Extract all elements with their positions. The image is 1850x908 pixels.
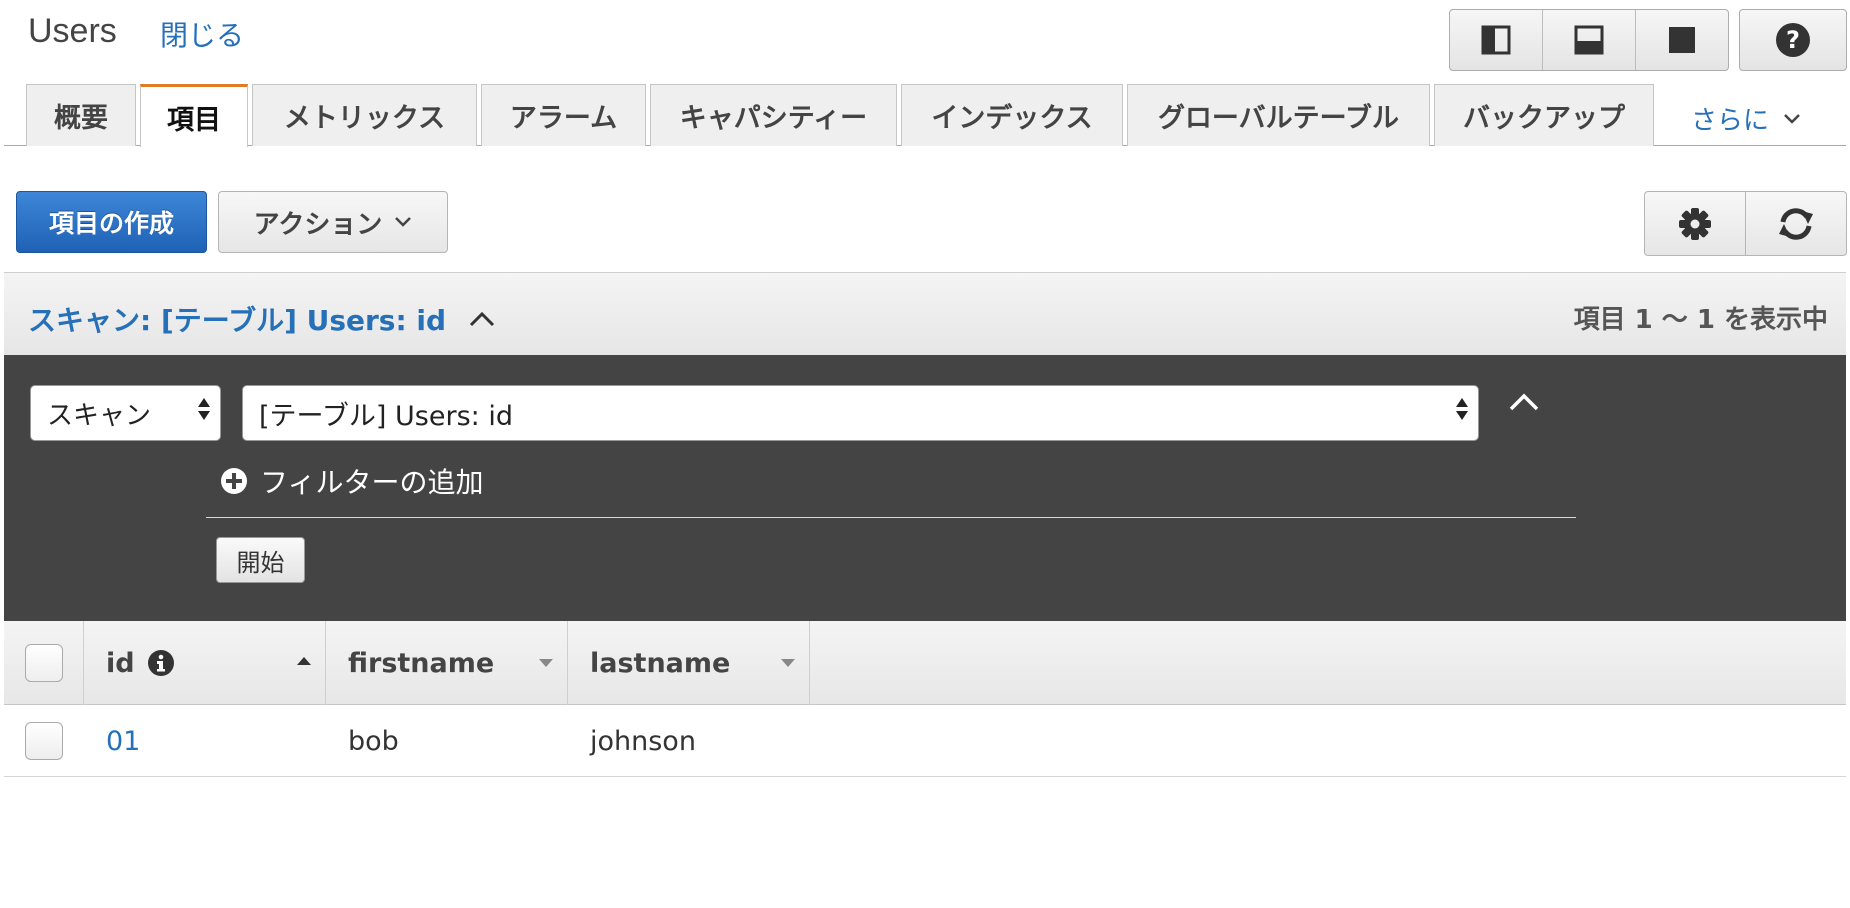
question-icon: ?: [1776, 23, 1810, 57]
scan-title: スキャン: [テーブル] Users: id: [28, 304, 447, 337]
select-arrows-icon: [198, 398, 210, 420]
sort-ascending-icon: [297, 657, 311, 665]
refresh-icon: [1779, 207, 1813, 240]
tab-backups[interactable]: バックアップ: [1434, 84, 1654, 146]
tab-indexes[interactable]: インデックス: [901, 84, 1123, 146]
tab-more-button[interactable]: さらに: [1691, 100, 1801, 137]
column-label-id: id: [106, 647, 135, 679]
tab-capacity[interactable]: キャパシティー: [650, 84, 897, 146]
select-all-cell: [4, 621, 84, 705]
chevron-down-icon: [395, 217, 412, 227]
row-checkbox[interactable]: [25, 722, 63, 760]
sort-icon: [539, 659, 553, 667]
actions-dropdown[interactable]: アクション: [218, 191, 448, 253]
scan-header: スキャン: [テーブル] Users: id 項目 1 〜 1 を表示中: [4, 272, 1846, 355]
view-toggle-group: [1449, 9, 1729, 71]
column-label-lastname: lastname: [590, 647, 731, 679]
sort-icon: [781, 659, 795, 667]
scan-mode-select[interactable]: スキャン: [30, 385, 221, 441]
tab-more-label: さらに: [1691, 106, 1770, 136]
collapse-query-button[interactable]: [1508, 391, 1540, 417]
item-count: 項目 1 〜 1 を表示中: [1573, 305, 1828, 335]
select-arrows-icon: [1456, 398, 1468, 420]
info-icon[interactable]: [147, 649, 175, 677]
split-horizontal-icon: [1574, 25, 1604, 55]
tab-bar: 概要 項目 メトリックス アラーム キャパシティー インデックス グローバルテー…: [4, 84, 1846, 147]
help-button[interactable]: ?: [1739, 9, 1847, 71]
tab-metrics[interactable]: メトリックス: [252, 84, 477, 146]
cell-firstname: bob: [348, 725, 399, 757]
chevron-up-icon: [1509, 393, 1539, 411]
divider: [206, 517, 1576, 518]
close-link[interactable]: 閉じる: [160, 14, 244, 54]
refresh-button[interactable]: [1746, 192, 1846, 255]
cell-lastname: johnson: [590, 725, 696, 757]
table-index-select[interactable]: [テーブル] Users: id: [242, 385, 1479, 441]
table-tool-group: [1644, 191, 1847, 256]
table-header: id firstname lastname: [4, 621, 1846, 705]
gear-icon: [1679, 207, 1711, 240]
split-vertical-icon: [1481, 25, 1511, 55]
scan-toggle[interactable]: スキャン: [テーブル] Users: id: [28, 299, 496, 339]
table-row[interactable]: 01 bob johnson: [4, 705, 1846, 777]
select-all-checkbox[interactable]: [24, 644, 63, 682]
page-title: Users: [28, 12, 117, 50]
row-select-cell: [4, 705, 84, 777]
full-icon: [1669, 27, 1695, 53]
add-filter-label: フィルターの追加: [260, 466, 484, 499]
split-vertical-view-button[interactable]: [1450, 10, 1543, 70]
column-header-id[interactable]: id: [84, 621, 326, 705]
column-label-firstname: firstname: [348, 647, 495, 679]
tab-alarms[interactable]: アラーム: [481, 84, 646, 146]
add-filter-button[interactable]: フィルターの追加: [220, 461, 483, 501]
tab-global-tables[interactable]: グローバルテーブル: [1127, 84, 1430, 146]
table-index-value: [テーブル] Users: id: [259, 400, 513, 432]
settings-button[interactable]: [1645, 192, 1746, 255]
plus-circle-icon: [221, 468, 247, 494]
start-button[interactable]: 開始: [216, 537, 305, 583]
actions-label: アクション: [253, 209, 383, 240]
cell-id[interactable]: 01: [84, 705, 140, 777]
chevron-down-icon: [1784, 113, 1800, 124]
split-horizontal-view-button[interactable]: [1543, 10, 1636, 70]
svg-text:?: ?: [1786, 26, 1800, 54]
tab-items[interactable]: 項目: [140, 84, 248, 147]
chevron-up-icon: [470, 311, 495, 327]
results-table: id firstname lastname 01 bob johnson: [4, 621, 1846, 777]
tab-overview[interactable]: 概要: [26, 84, 136, 146]
full-view-button[interactable]: [1636, 10, 1728, 70]
create-item-button[interactable]: 項目の作成: [16, 191, 207, 253]
column-header-lastname[interactable]: lastname: [568, 621, 810, 705]
column-header-firstname[interactable]: firstname: [326, 621, 568, 705]
scan-mode-value: スキャン: [47, 400, 152, 431]
query-panel: スキャン [テーブル] Users: id フィルターの追加 開始: [4, 355, 1846, 621]
